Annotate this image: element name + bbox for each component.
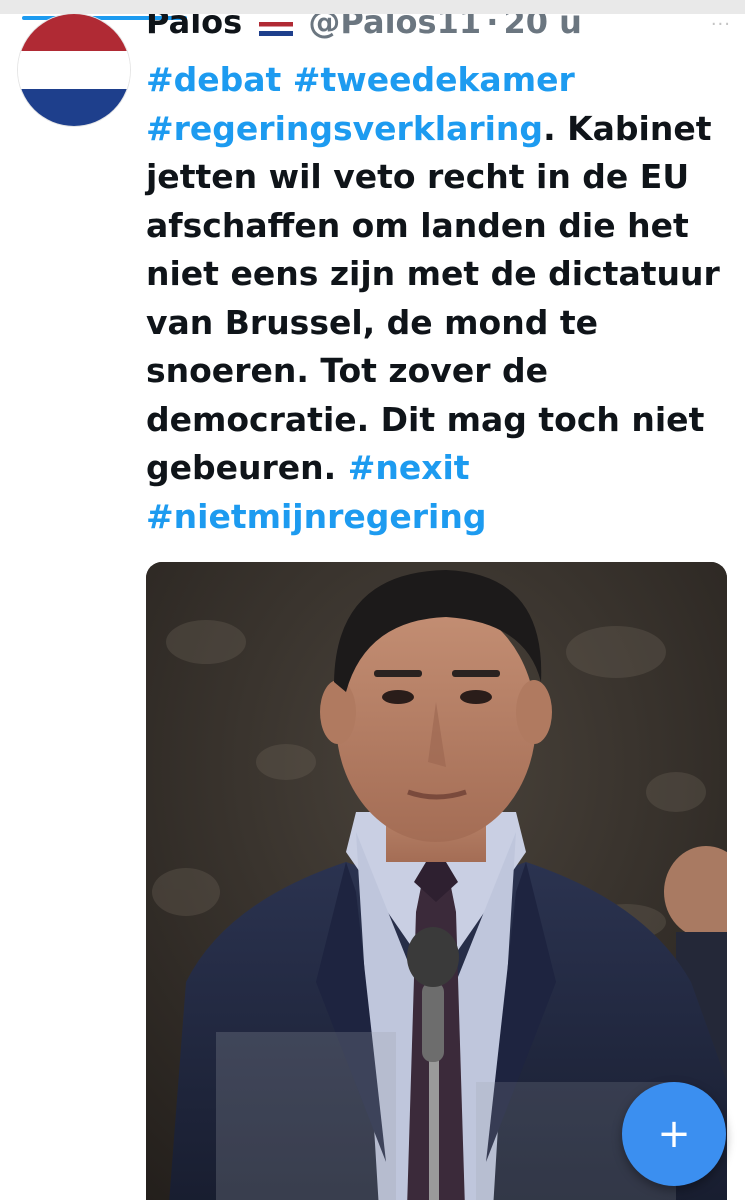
display-name[interactable]: Palos	[146, 14, 242, 41]
user-handle[interactable]: @Palos11	[308, 14, 481, 41]
previous-content-cutoff	[0, 0, 745, 14]
tweet-text-line: #debat #tweedekamer	[146, 56, 716, 105]
tweet-timestamp[interactable]: 20 u	[503, 14, 581, 41]
tweet-text-line: niet eens zijn met de dictatuur	[146, 250, 720, 299]
hashtag-link[interactable]: #nietmijnregering	[146, 497, 486, 536]
tweet-text-segment: snoeren. Tot zover de	[146, 351, 548, 390]
tweet-text-segment: afschaffen om landen die het	[146, 205, 689, 245]
more-options-icon[interactable]: ···	[711, 14, 731, 35]
plus-icon: +	[657, 1111, 691, 1157]
hashtag-link[interactable]: #nexit	[348, 448, 470, 487]
avatar[interactable]	[18, 14, 130, 126]
tweet-text-line: democratie. Dit mag toch niet	[146, 396, 716, 445]
tweet-text-segment: gebeuren.	[146, 448, 348, 487]
tweet-text: #debat #tweedekamer #regeringsverklaring.…	[146, 56, 720, 542]
netherlands-flag-icon	[259, 21, 294, 36]
flag-stripe-white	[18, 51, 130, 89]
tweet-text-segment: . Kabinet	[543, 108, 712, 148]
tweet-text-line: van Brussel, de mond te	[146, 299, 716, 348]
tweet-text-segment: van Brussel, de mond te	[146, 302, 598, 342]
tweet-text-line: jetten wil veto recht in de EU	[146, 153, 716, 202]
tweet-text-line: #regeringsverklaring. Kabinet	[146, 105, 716, 154]
tweet-text-segment: jetten wil veto recht in de EU	[146, 157, 690, 196]
compose-button[interactable]: +	[622, 1082, 726, 1186]
tweet-text-line: afschaffen om landen die het	[146, 202, 716, 251]
hashtag-link[interactable]: #regeringsverklaring	[146, 109, 543, 148]
flag-stripe-blue	[18, 88, 130, 126]
tweet-text-segment: democratie. Dit mag toch niet	[146, 399, 705, 439]
tweet-header: Palos @Palos11 · 20 u	[146, 14, 706, 46]
tweet-text-line: gebeuren. #nexit	[146, 444, 716, 493]
tweet-text-line: #nietmijnregering	[146, 493, 716, 542]
tweet-text-line: snoeren. Tot zover de	[146, 347, 716, 396]
tweet-screenshot: ··· Palos @Palos11 · 20 u #debat #tweede…	[0, 0, 745, 1200]
separator-dot: ·	[486, 14, 499, 41]
tweet-text-segment: niet eens zijn met de dictatuur	[146, 254, 720, 293]
hashtag-link[interactable]: #debat #tweedekamer	[146, 60, 575, 99]
